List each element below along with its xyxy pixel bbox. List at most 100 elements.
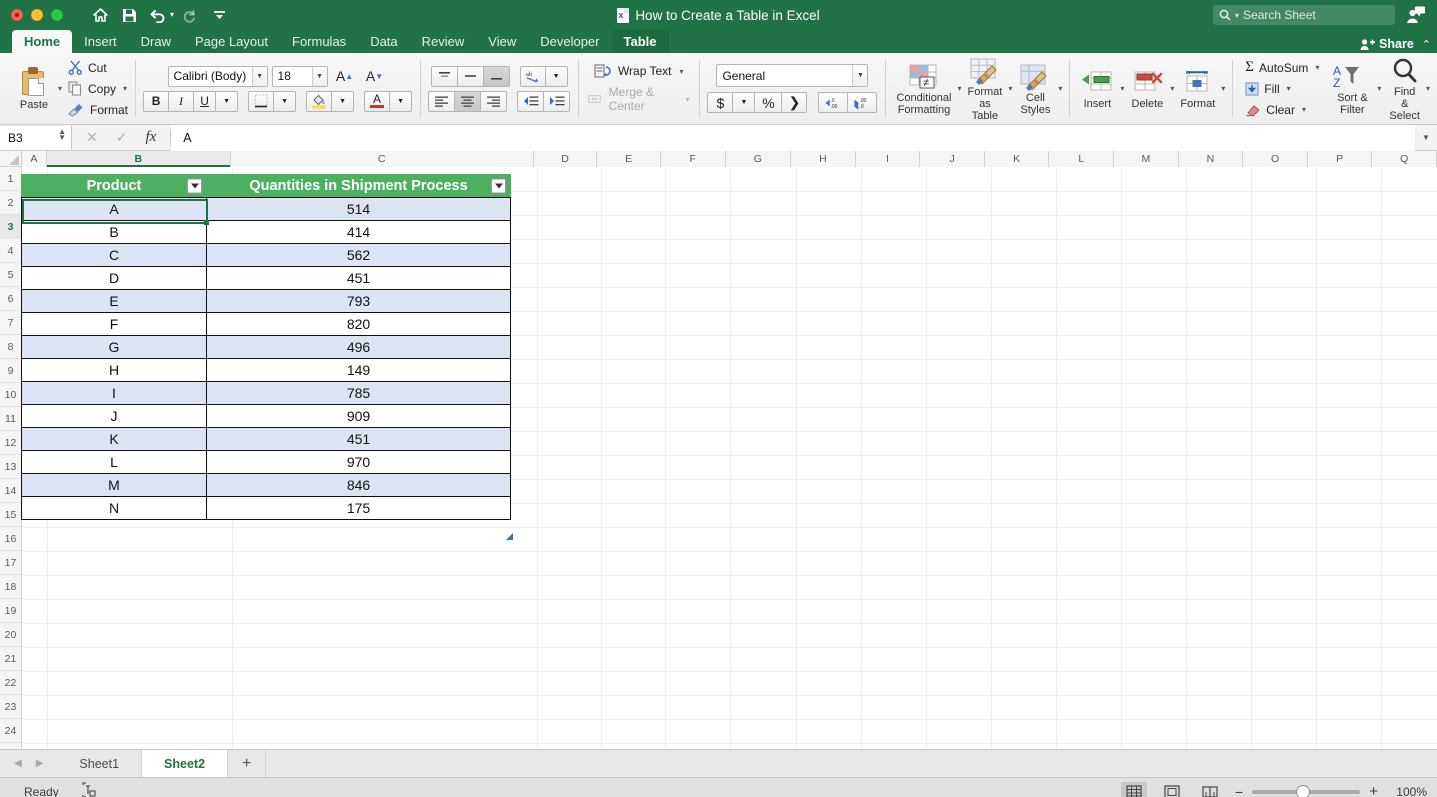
search-dropdown-caret[interactable]: ▾ bbox=[1235, 11, 1239, 20]
font-color-caret[interactable]: ▼ bbox=[389, 90, 413, 112]
sheet-nav-arrows[interactable]: ◀ ▶ bbox=[0, 750, 57, 777]
font-size-caret[interactable]: ▼ bbox=[311, 66, 327, 86]
row-header-16[interactable]: 16 bbox=[0, 527, 21, 551]
name-box-spinner[interactable]: ▲ ▼ bbox=[58, 127, 66, 141]
cell-b11[interactable]: I bbox=[21, 381, 207, 405]
select-all-corner[interactable] bbox=[0, 151, 22, 166]
decrease-decimal-button[interactable]: .00.0 bbox=[847, 92, 878, 113]
tab-developer[interactable]: Developer bbox=[528, 30, 611, 53]
table-row[interactable]: K 451 bbox=[21, 427, 511, 451]
ribbon-tab-bar[interactable]: Home Insert Draw Page Layout Formulas Da… bbox=[0, 30, 1437, 53]
expand-formula-bar-icon[interactable]: ▼ bbox=[1415, 133, 1437, 142]
row-header-20[interactable]: 20 bbox=[0, 623, 21, 647]
home-icon[interactable] bbox=[87, 4, 113, 26]
undo-icon[interactable] bbox=[145, 4, 171, 26]
cell-c12[interactable]: 909 bbox=[206, 404, 511, 428]
increase-font-size-button[interactable]: A ▲ bbox=[332, 66, 358, 87]
wrap-text-button[interactable]: Wrap Text ▾ bbox=[594, 64, 684, 78]
row-header-24[interactable]: 24 bbox=[0, 719, 21, 743]
name-box[interactable]: B3 ▲ ▼ bbox=[0, 125, 72, 150]
zoom-out-button[interactable]: − bbox=[1235, 784, 1243, 797]
text-orientation-caret[interactable]: ▼ bbox=[544, 65, 568, 87]
cell-styles-button[interactable]: Cell Styles bbox=[1014, 62, 1056, 116]
cell-b7[interactable]: E bbox=[21, 289, 207, 313]
table-row[interactable]: C 562 bbox=[21, 243, 511, 267]
add-sheet-button[interactable]: + bbox=[228, 750, 267, 777]
row-header-11[interactable]: 11 bbox=[0, 407, 21, 431]
cell-c14[interactable]: 970 bbox=[206, 450, 511, 474]
table-row[interactable]: G 496 bbox=[21, 335, 511, 359]
row-header-5[interactable]: 5 bbox=[0, 263, 21, 287]
share-button[interactable]: Share bbox=[1360, 37, 1414, 51]
zoom-control[interactable]: − + 100% bbox=[1235, 783, 1427, 797]
row-header-3[interactable]: 3 bbox=[0, 215, 21, 239]
cell-styles-caret[interactable]: ▾ bbox=[1058, 84, 1062, 93]
zoom-in-button[interactable]: + bbox=[1369, 783, 1378, 797]
table-row[interactable]: A 514 bbox=[21, 197, 511, 221]
cell-b14[interactable]: L bbox=[21, 450, 207, 474]
minimize-window-button[interactable] bbox=[31, 9, 43, 21]
table-header-quantities[interactable]: Quantities in Shipment Process bbox=[206, 174, 511, 198]
column-header-g[interactable]: G bbox=[725, 151, 792, 167]
cell-c7[interactable]: 793 bbox=[206, 289, 511, 313]
increase-indent-icon[interactable] bbox=[543, 90, 571, 112]
prev-sheet-icon[interactable]: ◀ bbox=[14, 758, 22, 769]
tab-insert[interactable]: Insert bbox=[72, 30, 129, 53]
cell-c6[interactable]: 451 bbox=[206, 266, 511, 290]
underline-button[interactable]: U bbox=[193, 90, 217, 112]
font-name-caret[interactable]: ▼ bbox=[251, 66, 267, 86]
sheet-tab-sheet2[interactable]: Sheet2 bbox=[142, 750, 229, 777]
currency-caret[interactable]: ▼ bbox=[732, 92, 756, 113]
column-header-c[interactable]: C bbox=[230, 151, 534, 167]
cell-b13[interactable]: K bbox=[21, 427, 207, 451]
column-header-b[interactable]: B bbox=[46, 151, 231, 167]
row-header-10[interactable]: 10 bbox=[0, 383, 21, 407]
next-sheet-icon[interactable]: ▶ bbox=[36, 758, 44, 769]
tab-view[interactable]: View bbox=[476, 30, 528, 53]
conditional-formatting-caret[interactable]: ▾ bbox=[958, 84, 962, 93]
align-center-icon[interactable] bbox=[454, 90, 482, 112]
delete-cells-button[interactable]: Delete bbox=[1126, 68, 1168, 110]
normal-view-icon[interactable] bbox=[1121, 781, 1148, 797]
table-row[interactable]: M 846 bbox=[21, 473, 511, 497]
column-header-q[interactable]: Q bbox=[1372, 151, 1437, 167]
tab-data[interactable]: Data bbox=[358, 30, 409, 53]
italic-button[interactable]: I bbox=[168, 90, 195, 112]
row-header-25[interactable]: 25 bbox=[0, 743, 21, 750]
cell-c3[interactable]: 514 bbox=[206, 197, 511, 221]
share-area[interactable]: Share ⌃ bbox=[1360, 37, 1431, 51]
row-header-4[interactable]: 4 bbox=[0, 239, 21, 263]
find-select-button[interactable]: Find & Select bbox=[1385, 56, 1424, 122]
increase-decimal-button[interactable]: .0.00 bbox=[818, 92, 849, 113]
cell-c5[interactable]: 562 bbox=[206, 243, 511, 267]
cell-c15[interactable]: 846 bbox=[206, 473, 511, 497]
row-header-6[interactable]: 6 bbox=[0, 287, 21, 311]
filter-dropdown-icon-quantities[interactable] bbox=[491, 178, 506, 194]
align-right-icon[interactable] bbox=[480, 90, 508, 112]
column-header-h[interactable]: H bbox=[791, 151, 856, 167]
tab-formulas[interactable]: Formulas bbox=[280, 30, 358, 53]
row-header-15[interactable]: 15 bbox=[0, 503, 21, 527]
currency-button[interactable]: $ bbox=[707, 92, 734, 113]
clear-caret[interactable]: ▾ bbox=[1302, 105, 1306, 114]
tab-page-layout[interactable]: Page Layout bbox=[183, 30, 280, 53]
fill-caret[interactable]: ▾ bbox=[1287, 84, 1291, 93]
align-top-icon[interactable] bbox=[430, 65, 458, 87]
person-share-icon[interactable] bbox=[1403, 3, 1429, 27]
row-header-1[interactable]: 1 bbox=[0, 167, 21, 191]
cell-b8[interactable]: F bbox=[21, 312, 207, 336]
table-row[interactable]: E 793 bbox=[21, 289, 511, 313]
zoom-slider-knob[interactable] bbox=[1296, 784, 1311, 797]
tab-table[interactable]: Table bbox=[611, 30, 669, 53]
zoom-slider[interactable] bbox=[1252, 784, 1361, 797]
table-row[interactable]: B 414 bbox=[21, 220, 511, 244]
align-left-icon[interactable] bbox=[428, 90, 456, 112]
copy-button[interactable]: Copy ▾ bbox=[68, 79, 128, 98]
table-row[interactable]: I 785 bbox=[21, 381, 511, 405]
comma-style-button[interactable]: ❯ bbox=[781, 92, 808, 113]
row-header-18[interactable]: 18 bbox=[0, 575, 21, 599]
column-header-o[interactable]: O bbox=[1243, 151, 1308, 167]
row-header-14[interactable]: 14 bbox=[0, 479, 21, 503]
decrease-font-size-button[interactable]: A ▼ bbox=[362, 66, 388, 87]
percent-button[interactable]: % bbox=[754, 92, 783, 113]
